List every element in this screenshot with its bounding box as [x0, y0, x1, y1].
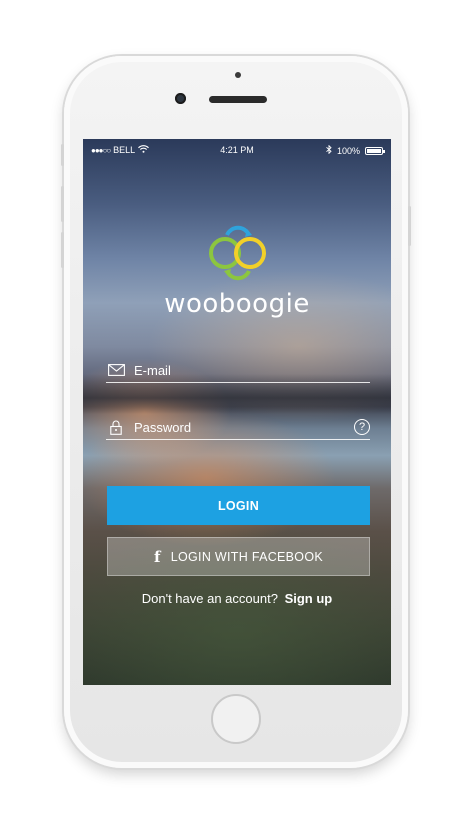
- earpiece-speaker: [209, 96, 267, 103]
- lock-icon: [106, 419, 126, 435]
- signup-prompt-line: Don't have an account? Sign up: [83, 591, 391, 606]
- volume-up-button: [61, 186, 64, 222]
- page: ●●●○○ BELL 4:21 PM 100% wooboogie E-mail…: [0, 0, 469, 819]
- email-input[interactable]: [134, 362, 370, 378]
- envelope-icon: [106, 362, 126, 378]
- status-bar: ●●●○○ BELL 4:21 PM 100%: [83, 139, 391, 161]
- app-screen: ●●●○○ BELL 4:21 PM 100% wooboogie E-mail…: [83, 139, 391, 685]
- facebook-login-button[interactable]: f LOGIN WITH FACEBOOK: [107, 537, 370, 576]
- front-camera: [175, 93, 186, 104]
- help-icon[interactable]: ?: [354, 419, 370, 435]
- login-button-label: LOGIN: [217, 498, 260, 513]
- volume-down-button: [61, 232, 64, 268]
- email-field[interactable]: [106, 358, 370, 383]
- login-button[interactable]: LOGIN: [107, 486, 370, 525]
- signup-link[interactable]: Sign up: [285, 591, 333, 606]
- battery-icon: [365, 146, 385, 155]
- mute-switch: [61, 144, 64, 166]
- home-button[interactable]: [211, 694, 261, 744]
- proximity-sensor: [235, 72, 241, 78]
- signup-prompt: Don't have an account?: [141, 591, 278, 606]
- battery-percent: 100%: [336, 145, 360, 156]
- password-field[interactable]: ?: [106, 415, 370, 440]
- status-right: 100%: [326, 144, 385, 156]
- bluetooth-icon: [326, 144, 332, 156]
- facebook-login-label: LOGIN WITH FACEBOOK: [170, 549, 323, 564]
- facebook-icon: f: [153, 547, 161, 566]
- password-input[interactable]: [134, 419, 354, 435]
- power-button: [408, 206, 411, 246]
- brand-wordmark: wooboogie: [164, 289, 310, 319]
- wooboogie-logo-icon: [209, 225, 266, 281]
